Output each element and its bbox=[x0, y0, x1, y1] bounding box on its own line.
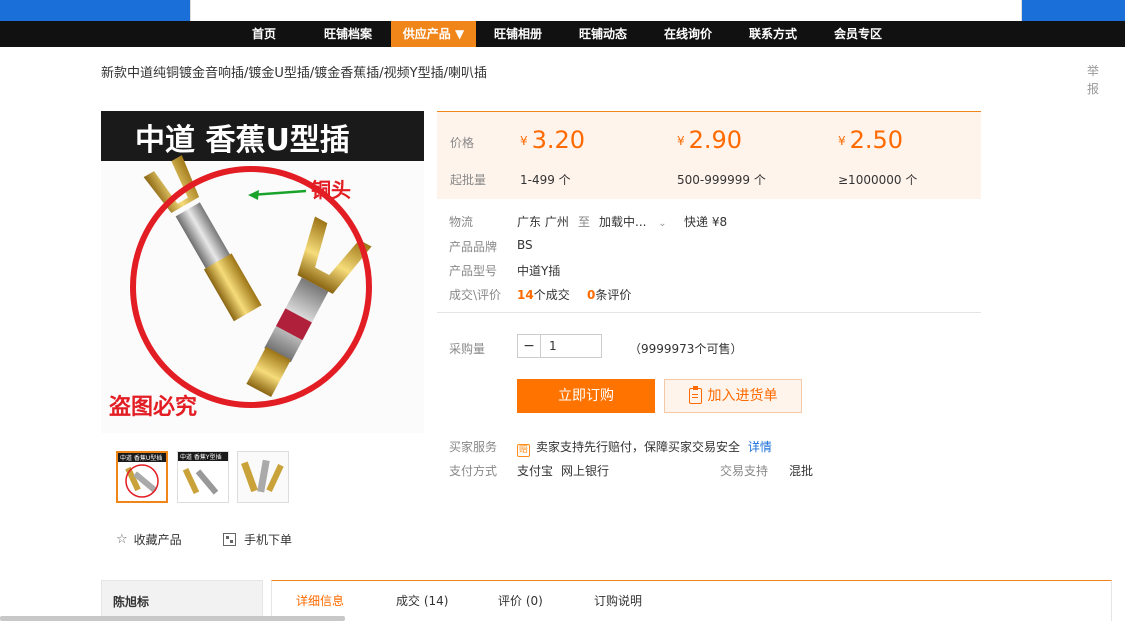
nav-inquiry[interactable]: 在线询价 bbox=[655, 21, 721, 47]
brand-label: 产品品牌 bbox=[449, 240, 498, 254]
minus-icon[interactable]: − bbox=[518, 335, 541, 357]
star-icon: ☆ bbox=[116, 532, 128, 547]
mobile-order-label: 手机下单 bbox=[244, 533, 293, 547]
nav-shop-profile[interactable]: 旺铺档案 bbox=[312, 21, 384, 47]
add-to-cart-label: 加入进货单 bbox=[707, 388, 778, 404]
main-product-image[interactable]: 盗图必究 铜头 中道 香蕉U型插 bbox=[101, 111, 424, 433]
price-label: 价格 bbox=[450, 136, 475, 150]
buy-now-button[interactable]: 立即订购 bbox=[517, 379, 655, 413]
model-value: 中道Y插 bbox=[517, 264, 561, 278]
express-fee: 快递 ¥8 bbox=[684, 215, 728, 229]
deal-review-label: 成交\评价 bbox=[449, 288, 502, 302]
thumb-2-label: 中道 香蕉Y型插 bbox=[180, 453, 222, 461]
thumbnail-3[interactable] bbox=[237, 451, 289, 503]
qty-tier-3: ≥1000000 个 bbox=[838, 173, 918, 187]
favorite-product-button[interactable]: ☆ 收藏产品 bbox=[116, 531, 182, 548]
logistics-label: 物流 bbox=[449, 215, 474, 229]
destination-select[interactable]: 加载中... ⌄ bbox=[599, 213, 667, 230]
price-box: 价格 起批量 ¥3.20 ¥2.90 ¥2.50 1-499 个 500-999… bbox=[437, 111, 981, 199]
review-count-link[interactable]: 0条评价 bbox=[587, 286, 631, 303]
watermark-text: 盗图必究 bbox=[109, 394, 197, 420]
tab-order-notes[interactable]: 订购说明 bbox=[594, 592, 642, 609]
stock-text: （9999973个可售） bbox=[629, 342, 743, 356]
price-tier-2: ¥2.90 bbox=[677, 126, 743, 154]
buyer-service-label: 买家服务 bbox=[449, 440, 498, 454]
min-qty-label: 起批量 bbox=[450, 173, 487, 187]
seller-box: 陈旭标 bbox=[101, 580, 263, 621]
nav-album[interactable]: 旺铺相册 bbox=[485, 21, 551, 47]
logistics-to-word: 至 bbox=[578, 215, 591, 229]
clipboard-icon bbox=[688, 386, 702, 404]
trade-support-label: 交易支持 bbox=[720, 464, 769, 478]
arrow-label: 铜头 bbox=[311, 178, 351, 202]
shop-nav: 首页 旺铺档案 供应产品 ▼ 旺铺相册 旺铺动态 在线询价 联系方式 会员专区 bbox=[0, 21, 1125, 47]
brand-value: BS bbox=[517, 238, 533, 252]
payment-label: 支付方式 bbox=[449, 464, 498, 478]
image-banner-text: 中道 香蕉U型插 bbox=[135, 123, 350, 158]
banner-center bbox=[190, 0, 1022, 21]
thumb-1-label: 中道 香蕉U型插 bbox=[120, 454, 162, 462]
deal-count-link[interactable]: 14个成交 bbox=[517, 286, 570, 303]
service-detail-link[interactable]: 详情 bbox=[748, 440, 772, 454]
payment-alipay: 支付宝 bbox=[517, 464, 554, 478]
nav-home[interactable]: 首页 bbox=[238, 21, 290, 47]
tab-details[interactable]: 详细信息 bbox=[296, 592, 344, 609]
qty-tier-2: 500-999999 个 bbox=[677, 173, 766, 187]
price-tier-3: ¥2.50 bbox=[838, 126, 904, 154]
logistics-from: 广东 广州 bbox=[517, 215, 569, 229]
thumbnail-1[interactable]: 中道 香蕉U型插 bbox=[116, 451, 168, 503]
payment-online-bank: 网上银行 bbox=[561, 464, 610, 478]
detail-tabs: 详细信息 成交 (14) 评价 (0) 订购说明 bbox=[271, 580, 1112, 621]
qty-tier-1: 1-499 个 bbox=[520, 173, 571, 187]
nav-member[interactable]: 会员专区 bbox=[825, 21, 891, 47]
qr-code-icon bbox=[223, 533, 236, 546]
horizontal-scrollbar[interactable] bbox=[0, 616, 345, 621]
add-to-cart-button[interactable]: 加入进货单 bbox=[664, 379, 802, 413]
mobile-order-button[interactable]: 手机下单 bbox=[223, 531, 292, 548]
product-title: 新款中道纯铜镀金音响插/镀金U型插/镀金香蕉插/视频Y型插/喇叭插 bbox=[101, 66, 487, 81]
service-guarantee: 赔卖家支持先行赔付，保障买家交易安全 详情 bbox=[517, 440, 772, 457]
banner-left-block bbox=[0, 0, 190, 21]
report-link[interactable]: 举报 bbox=[1086, 62, 1100, 98]
quantity-input[interactable]: 1 bbox=[541, 335, 601, 357]
model-label: 产品型号 bbox=[449, 264, 498, 278]
compensation-icon: 赔 bbox=[517, 444, 530, 457]
tab-deals[interactable]: 成交 (14) bbox=[396, 592, 448, 609]
seller-name: 陈旭标 bbox=[113, 595, 150, 609]
quantity-stepper: − 1 bbox=[517, 334, 602, 358]
banner-right-block bbox=[1022, 0, 1125, 21]
trade-support-value: 混批 bbox=[789, 464, 814, 478]
purchase-qty-label: 采购量 bbox=[449, 342, 486, 356]
nav-news[interactable]: 旺铺动态 bbox=[570, 21, 636, 47]
nav-products[interactable]: 供应产品 ▼ bbox=[391, 21, 476, 47]
top-banner bbox=[0, 0, 1125, 21]
thumbnail-2[interactable]: 中道 香蕉Y型插 bbox=[177, 451, 229, 503]
chevron-down-icon: ⌄ bbox=[658, 218, 667, 229]
divider bbox=[437, 312, 981, 313]
nav-contact[interactable]: 联系方式 bbox=[740, 21, 806, 47]
tab-reviews[interactable]: 评价 (0) bbox=[498, 592, 543, 609]
favorite-label: 收藏产品 bbox=[133, 533, 182, 547]
price-tier-1: ¥3.20 bbox=[520, 126, 586, 154]
